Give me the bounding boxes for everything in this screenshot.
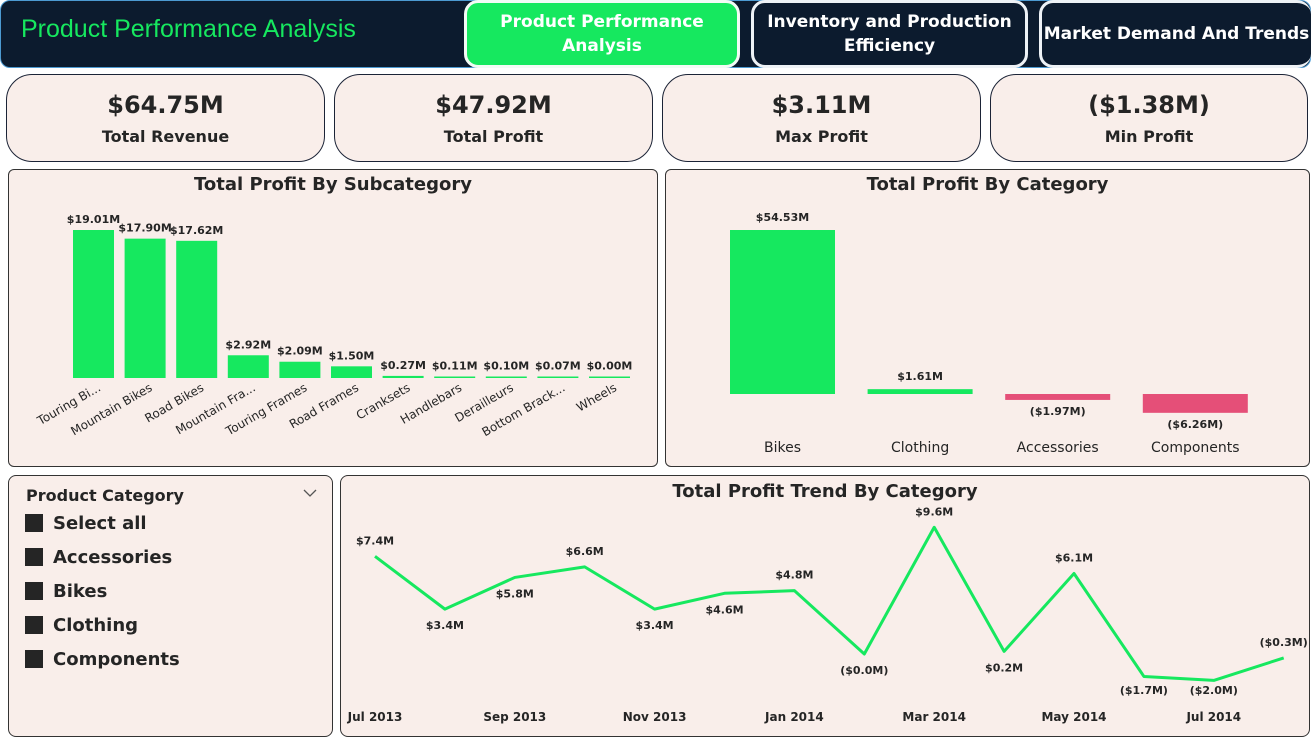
- kpi-label: Min Profit: [1104, 127, 1194, 146]
- product-category-slicer: Product Category Select all Accessories …: [8, 475, 333, 737]
- kpi-card-max-profit: $3.11M Max Profit: [662, 74, 981, 162]
- series-line: [374, 525, 1285, 682]
- slicer-option-label: Components: [53, 648, 180, 670]
- checkbox[interactable]: [25, 514, 43, 532]
- bar: [1142, 394, 1248, 413]
- data-label: ($6.26M): [1167, 418, 1223, 431]
- data-label: $6.6M: [566, 545, 604, 558]
- data-label: $19.01M: [67, 213, 120, 226]
- x-tick-label: Clothing: [891, 440, 949, 456]
- x-tick-label: Bikes: [764, 440, 801, 456]
- data-label: ($1.97M): [1030, 405, 1086, 418]
- data-label: $5.8M: [496, 587, 534, 600]
- data-label: $4.6M: [705, 603, 743, 616]
- checkbox[interactable]: [25, 650, 43, 668]
- bar: [73, 230, 114, 378]
- bar: [331, 366, 372, 378]
- data-label: $3.4M: [636, 619, 674, 632]
- checkbox[interactable]: [25, 616, 43, 634]
- subcategory-profit-card: Total Profit By Subcategory $19.01M Touri…: [8, 169, 658, 467]
- kpi-card-min-profit: ($1.38M) Min Profit: [990, 74, 1308, 162]
- bar: [589, 376, 630, 378]
- data-label: $1.50M: [329, 349, 375, 362]
- checkbox[interactable]: [25, 548, 43, 566]
- data-label: $0.07M: [535, 360, 581, 373]
- slicer-option-components[interactable]: Components: [25, 647, 180, 671]
- x-tick-label: Nov 2013: [623, 710, 687, 724]
- x-tick-label: May 2014: [1041, 710, 1106, 724]
- tab-product-performance[interactable]: Product Performance Analysis: [464, 0, 740, 68]
- data-label: $7.4M: [356, 534, 394, 547]
- profit-trend-line-chart: $7.4M $3.4M $5.8M $6.6M $3.4M $4.6M $4.8M ($0.0…: [347, 505, 1308, 724]
- dashboard: Product Performance Analysis Product Per…: [0, 0, 1311, 741]
- data-label: $2.09M: [277, 345, 323, 358]
- slicer-option-bikes[interactable]: Bikes: [25, 579, 107, 603]
- kpi-value: $47.92M: [435, 91, 552, 119]
- bar: [382, 375, 424, 378]
- data-label: $4.8M: [775, 569, 813, 582]
- x-tick-label: Jan 2014: [764, 710, 824, 724]
- tab-market-demand[interactable]: Market Demand And Trends: [1039, 0, 1311, 68]
- data-label: $0.11M: [432, 360, 478, 373]
- bar: [227, 355, 269, 378]
- data-label: ($1.7M): [1120, 684, 1168, 697]
- bar: [124, 238, 166, 378]
- data-label: $17.62M: [170, 224, 223, 237]
- data-label: $0.00M: [587, 360, 633, 373]
- bar: [867, 389, 973, 394]
- kpi-label: Total Profit: [443, 127, 544, 146]
- bar: [485, 376, 527, 378]
- x-tick-label: Mar 2014: [902, 710, 966, 724]
- kpi-value: $3.11M: [771, 91, 872, 119]
- page-title: Product Performance Analysis: [21, 15, 356, 43]
- x-tick-label: Jul 2013: [347, 710, 403, 724]
- slicer-option-label: Accessories: [53, 546, 173, 568]
- kpi-card-total-revenue: $64.75M Total Revenue: [6, 74, 325, 162]
- chevron-down-icon[interactable]: [302, 486, 318, 500]
- kpi-label: Max Profit: [775, 127, 868, 146]
- slicer-option-accessories[interactable]: Accessories: [25, 545, 172, 569]
- category-profit-card: Total Profit By Category $54.53M Bikes $1.…: [665, 169, 1310, 467]
- data-label: $0.2M: [985, 661, 1023, 674]
- kpi-label: Total Revenue: [101, 127, 230, 146]
- bar: [537, 376, 579, 378]
- data-label: $54.53M: [756, 211, 809, 224]
- x-tick-label: Wheels: [574, 380, 619, 414]
- tab-inventory-production[interactable]: Inventory and Production Efficiency: [751, 0, 1028, 68]
- data-label: ($0.3M): [1260, 636, 1308, 649]
- bar: [730, 230, 835, 394]
- slicer-option-label: Select all: [53, 512, 147, 534]
- slicer-option-clothing[interactable]: Clothing: [25, 613, 138, 637]
- bar: [176, 240, 218, 378]
- data-label: $17.90M: [118, 222, 171, 235]
- kpi-value: ($1.38M): [1088, 91, 1210, 119]
- data-label: $9.6M: [915, 505, 953, 518]
- x-tick-label: Jul 2014: [1185, 710, 1241, 724]
- slicer-option-label: Bikes: [53, 580, 108, 602]
- checkbox[interactable]: [25, 582, 43, 600]
- data-label: $1.61M: [897, 370, 943, 383]
- data-label: $0.10M: [483, 360, 529, 373]
- bar: [279, 361, 321, 378]
- slicer-title: Product Category: [26, 486, 184, 505]
- bar: [434, 376, 476, 378]
- profit-trend-card: Total Profit Trend By Category $7.4M $3.4…: [340, 475, 1310, 737]
- subcategory-bar-chart: $19.01MTouring Bi...$17.90MMountain Bike…: [34, 213, 633, 439]
- category-bar-chart: $54.53M Bikes $1.61M Clothing ($1.97M) Access…: [730, 211, 1248, 456]
- slicer-option-select-all[interactable]: Select all: [25, 511, 147, 535]
- bar: [1005, 394, 1111, 400]
- data-label: $2.92M: [225, 338, 271, 351]
- data-label: ($2.0M): [1190, 684, 1238, 697]
- x-tick-label: Accessories: [1017, 440, 1099, 456]
- data-label: $0.27M: [380, 359, 426, 372]
- slicer-option-label: Clothing: [53, 614, 139, 636]
- kpi-card-total-profit: $47.92M Total Profit: [334, 74, 653, 162]
- kpi-value: $64.75M: [107, 91, 224, 119]
- data-label: $3.4M: [426, 619, 464, 632]
- x-tick-label: Sep 2013: [483, 710, 546, 724]
- data-label: ($0.0M): [840, 664, 888, 677]
- x-tick-label: Components: [1151, 440, 1240, 456]
- data-label: $6.1M: [1055, 551, 1093, 564]
